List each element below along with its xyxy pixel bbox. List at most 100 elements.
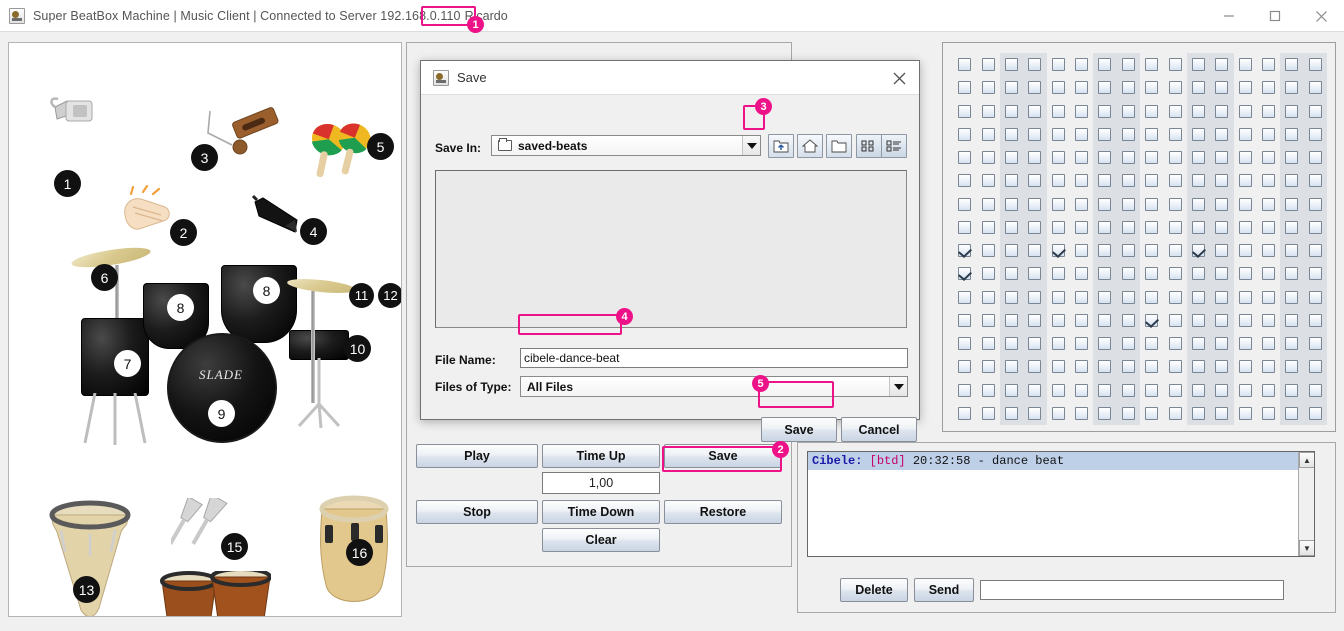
- beat-cell-r1-c8[interactable]: [1116, 53, 1140, 77]
- beat-checkbox-r8-c3[interactable]: [1004, 220, 1018, 234]
- beat-cell-r10-c6[interactable]: [1070, 262, 1093, 285]
- beat-checkbox-r11-c15[interactable]: [1285, 290, 1299, 304]
- beat-cell-r8-c1[interactable]: [953, 216, 976, 239]
- beat-checkbox-r4-c4[interactable]: [1028, 127, 1042, 141]
- beat-checkbox-r2-c3[interactable]: [1004, 81, 1018, 95]
- stop-button[interactable]: Stop: [416, 500, 538, 524]
- beat-cell-r4-c9[interactable]: [1140, 123, 1163, 146]
- beat-cell-r3-c7[interactable]: [1093, 99, 1117, 123]
- beat-cell-r16-c11[interactable]: [1186, 401, 1211, 425]
- beat-cell-r1-c11[interactable]: [1186, 53, 1211, 77]
- beat-checkbox-r6-c11[interactable]: [1191, 174, 1205, 188]
- beat-checkbox-r4-c3[interactable]: [1004, 127, 1018, 141]
- beat-checkbox-r9-c5[interactable]: [1051, 244, 1065, 258]
- beat-checkbox-r14-c1[interactable]: [958, 360, 972, 374]
- beat-cell-r1-c13[interactable]: [1234, 53, 1257, 76]
- beat-checkbox-r8-c6[interactable]: [1075, 220, 1089, 234]
- beat-cell-r14-c3[interactable]: [999, 355, 1024, 379]
- beat-cell-r6-c11[interactable]: [1186, 169, 1211, 193]
- beat-cell-r1-c2[interactable]: [976, 53, 999, 76]
- beat-cell-r2-c6[interactable]: [1070, 76, 1093, 99]
- beat-cell-r14-c5[interactable]: [1047, 355, 1070, 378]
- beat-cell-r11-c4[interactable]: [1023, 285, 1047, 309]
- beat-cell-r2-c10[interactable]: [1163, 76, 1186, 99]
- beat-cell-r1-c5[interactable]: [1047, 53, 1070, 76]
- beat-checkbox-r2-c7[interactable]: [1098, 81, 1112, 95]
- beat-checkbox-r2-c10[interactable]: [1168, 81, 1182, 95]
- beat-checkbox-r14-c11[interactable]: [1191, 360, 1205, 374]
- beat-cell-r15-c2[interactable]: [976, 379, 999, 402]
- beat-cell-r13-c7[interactable]: [1093, 332, 1117, 356]
- up-one-level-icon[interactable]: [768, 134, 794, 158]
- beat-cell-r4-c13[interactable]: [1234, 123, 1257, 146]
- beat-cell-r11-c8[interactable]: [1116, 285, 1140, 309]
- beat-checkbox-r12-c12[interactable]: [1215, 313, 1229, 327]
- beat-checkbox-r14-c14[interactable]: [1262, 360, 1276, 374]
- beat-cell-r12-c3[interactable]: [999, 308, 1024, 332]
- beat-cell-r3-c12[interactable]: [1210, 99, 1234, 123]
- beat-checkbox-r10-c10[interactable]: [1168, 267, 1182, 281]
- beat-cell-r9-c14[interactable]: [1257, 239, 1280, 262]
- beat-cell-r9-c13[interactable]: [1234, 239, 1257, 262]
- beat-checkbox-r1-c2[interactable]: [981, 58, 995, 72]
- beat-checkbox-r1-c3[interactable]: [1004, 58, 1018, 72]
- beat-cell-r4-c2[interactable]: [976, 123, 999, 146]
- beat-cell-r3-c15[interactable]: [1280, 99, 1304, 123]
- beat-cell-r6-c2[interactable]: [976, 169, 999, 192]
- beat-cell-r12-c15[interactable]: [1280, 308, 1304, 332]
- beat-checkbox-r3-c4[interactable]: [1028, 104, 1042, 118]
- beat-cell-r16-c2[interactable]: [976, 402, 999, 425]
- beat-checkbox-r12-c6[interactable]: [1075, 313, 1089, 327]
- beat-cell-r12-c2[interactable]: [976, 309, 999, 332]
- beat-cell-r6-c8[interactable]: [1116, 169, 1140, 193]
- beat-checkbox-r12-c2[interactable]: [981, 313, 995, 327]
- beat-cell-r13-c2[interactable]: [976, 332, 999, 355]
- beat-cell-r10-c15[interactable]: [1280, 262, 1304, 286]
- minimize-icon[interactable]: [1206, 0, 1252, 32]
- beat-cell-r11-c14[interactable]: [1257, 286, 1280, 309]
- beat-checkbox-r11-c12[interactable]: [1215, 290, 1229, 304]
- beat-checkbox-r10-c9[interactable]: [1145, 267, 1159, 281]
- beat-checkbox-r16-c10[interactable]: [1168, 406, 1182, 420]
- beat-checkbox-r8-c14[interactable]: [1262, 220, 1276, 234]
- beat-checkbox-r3-c7[interactable]: [1098, 104, 1112, 118]
- beat-checkbox-r8-c2[interactable]: [981, 220, 995, 234]
- beat-checkbox-r11-c16[interactable]: [1308, 290, 1322, 304]
- beat-checkbox-r1-c7[interactable]: [1098, 58, 1112, 72]
- beat-cell-r2-c11[interactable]: [1186, 76, 1211, 100]
- beat-checkbox-r7-c7[interactable]: [1098, 197, 1112, 211]
- beat-cell-r6-c6[interactable]: [1070, 169, 1093, 192]
- beat-cell-r12-c6[interactable]: [1070, 309, 1093, 332]
- beat-checkbox-r4-c9[interactable]: [1145, 127, 1159, 141]
- beat-checkbox-r15-c9[interactable]: [1145, 383, 1159, 397]
- chat-message-row[interactable]: Cibele: [btd] 20:32:58 - dance beat: [808, 452, 1314, 470]
- beat-checkbox-r14-c9[interactable]: [1145, 360, 1159, 374]
- beat-checkbox-r16-c3[interactable]: [1004, 406, 1018, 420]
- beat-cell-r2-c16[interactable]: [1303, 76, 1327, 100]
- beat-checkbox-r5-c6[interactable]: [1075, 151, 1089, 165]
- scroll-down-icon[interactable]: ▼: [1299, 540, 1314, 556]
- beat-checkbox-r7-c1[interactable]: [958, 197, 972, 211]
- beat-checkbox-r14-c5[interactable]: [1051, 360, 1065, 374]
- beat-cell-r14-c9[interactable]: [1140, 355, 1163, 378]
- beat-cell-r14-c8[interactable]: [1116, 355, 1140, 379]
- beat-cell-r5-c14[interactable]: [1257, 146, 1280, 169]
- beat-cell-r11-c11[interactable]: [1186, 285, 1211, 309]
- beat-cell-r15-c15[interactable]: [1280, 378, 1304, 402]
- beat-checkbox-r7-c12[interactable]: [1215, 197, 1229, 211]
- beat-checkbox-r16-c14[interactable]: [1262, 406, 1276, 420]
- beat-checkbox-r5-c13[interactable]: [1238, 151, 1252, 165]
- beat-checkbox-r12-c5[interactable]: [1051, 313, 1065, 327]
- beat-cell-r11-c1[interactable]: [953, 286, 976, 309]
- beat-cell-r8-c2[interactable]: [976, 216, 999, 239]
- beat-checkbox-r16-c12[interactable]: [1215, 406, 1229, 420]
- beat-cell-r2-c9[interactable]: [1140, 76, 1163, 99]
- beat-checkbox-r3-c15[interactable]: [1285, 104, 1299, 118]
- beat-checkbox-r6-c8[interactable]: [1121, 174, 1135, 188]
- beat-cell-r14-c10[interactable]: [1163, 355, 1186, 378]
- beat-cell-r10-c5[interactable]: [1047, 262, 1070, 285]
- beat-checkbox-r7-c6[interactable]: [1075, 197, 1089, 211]
- beat-cell-r13-c5[interactable]: [1047, 332, 1070, 355]
- beat-checkbox-r5-c1[interactable]: [958, 151, 972, 165]
- beat-cell-r1-c6[interactable]: [1070, 53, 1093, 76]
